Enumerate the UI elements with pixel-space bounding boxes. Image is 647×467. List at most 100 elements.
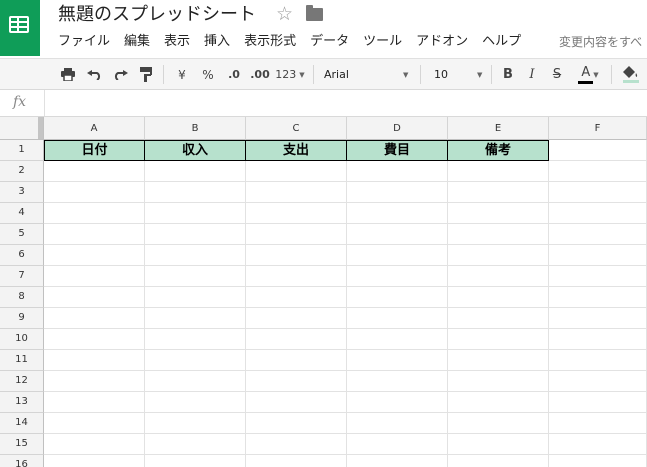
cell-b4[interactable] [145,203,246,224]
cell-f12[interactable] [549,371,647,392]
row-header-2[interactable]: 2 [0,161,44,182]
column-header-f[interactable]: F [549,117,647,140]
row-header-14[interactable]: 14 [0,413,44,434]
cell-d3[interactable] [347,182,448,203]
header-cell-c1[interactable]: 支出 [245,140,347,161]
column-header-c[interactable]: C [246,117,347,140]
menu-insert[interactable]: 挿入 [204,33,230,53]
row-header-6[interactable]: 6 [0,245,44,266]
cell-d2[interactable] [347,161,448,182]
header-cell-d1[interactable]: 費目 [346,140,448,161]
cell-a16[interactable] [44,455,145,467]
cell-c14[interactable] [246,413,347,434]
cell-e7[interactable] [448,266,549,287]
cell-c2[interactable] [246,161,347,182]
menu-addons[interactable]: アドオン [416,33,468,53]
cell-b14[interactable] [145,413,246,434]
undo-button[interactable] [84,59,104,90]
formula-input[interactable] [50,90,647,116]
cell-e14[interactable] [448,413,549,434]
cell-d6[interactable] [347,245,448,266]
cell-c12[interactable] [246,371,347,392]
cell-c4[interactable] [246,203,347,224]
cell-b6[interactable] [145,245,246,266]
cell-b12[interactable] [145,371,246,392]
cell-f13[interactable] [549,392,647,413]
menu-help[interactable]: ヘルプ [482,33,521,53]
menu-edit[interactable]: 編集 [124,33,150,53]
text-color-button[interactable]: A ▼ [574,59,606,90]
cell-f7[interactable] [549,266,647,287]
cell-c13[interactable] [246,392,347,413]
currency-button[interactable]: ¥ [172,59,192,90]
sheets-logo-icon[interactable] [0,0,40,56]
cell-c10[interactable] [246,329,347,350]
cell-a11[interactable] [44,350,145,371]
cell-f16[interactable] [549,455,647,467]
cell-e11[interactable] [448,350,549,371]
row-header-13[interactable]: 13 [0,392,44,413]
column-header-e[interactable]: E [448,117,549,140]
cell-d16[interactable] [347,455,448,467]
cell-a6[interactable] [44,245,145,266]
cell-d4[interactable] [347,203,448,224]
star-icon[interactable]: ☆ [276,3,293,25]
header-cell-a1[interactable]: 日付 [44,140,145,161]
cell-e4[interactable] [448,203,549,224]
cell-d15[interactable] [347,434,448,455]
cell-f9[interactable] [549,308,647,329]
cell-b5[interactable] [145,224,246,245]
row-header-1[interactable]: 1 [0,140,44,161]
column-header-b[interactable]: B [145,117,246,140]
cell-a15[interactable] [44,434,145,455]
menu-tools[interactable]: ツール [363,33,402,53]
row-header-4[interactable]: 4 [0,203,44,224]
cell-a2[interactable] [44,161,145,182]
cell-b13[interactable] [145,392,246,413]
header-cell-e1[interactable]: 備考 [447,140,549,161]
cell-a10[interactable] [44,329,145,350]
cell-b11[interactable] [145,350,246,371]
cell-d10[interactable] [347,329,448,350]
cell-e10[interactable] [448,329,549,350]
row-header-3[interactable]: 3 [0,182,44,203]
cell-c5[interactable] [246,224,347,245]
cell-f10[interactable] [549,329,647,350]
cell-e8[interactable] [448,287,549,308]
cell-f4[interactable] [549,203,647,224]
cell-c3[interactable] [246,182,347,203]
select-all-corner[interactable] [0,117,44,140]
cell-d14[interactable] [347,413,448,434]
cell-d5[interactable] [347,224,448,245]
row-header-7[interactable]: 7 [0,266,44,287]
row-header-8[interactable]: 8 [0,287,44,308]
cell-c16[interactable] [246,455,347,467]
cell-d8[interactable] [347,287,448,308]
cell-b10[interactable] [145,329,246,350]
cell-f5[interactable] [549,224,647,245]
cell-a12[interactable] [44,371,145,392]
cell-e15[interactable] [448,434,549,455]
cell-a9[interactable] [44,308,145,329]
cell-a8[interactable] [44,287,145,308]
column-header-d[interactable]: D [347,117,448,140]
cell-f8[interactable] [549,287,647,308]
cell-e2[interactable] [448,161,549,182]
bold-button[interactable]: B [499,59,517,90]
menu-file[interactable]: ファイル [58,33,110,53]
row-header-16[interactable]: 16 [0,455,44,467]
strikethrough-button[interactable]: S [548,59,566,90]
cell-f6[interactable] [549,245,647,266]
cell-f11[interactable] [549,350,647,371]
row-header-5[interactable]: 5 [0,224,44,245]
document-title[interactable]: 無題のスプレッドシート [58,4,256,26]
cell-b7[interactable] [145,266,246,287]
save-status[interactable]: 変更内容をすべ [559,33,642,51]
font-size-dropdown[interactable]: 10 ▼ [434,59,484,90]
cell-e9[interactable] [448,308,549,329]
cell-e3[interactable] [448,182,549,203]
cell-c6[interactable] [246,245,347,266]
cell-d13[interactable] [347,392,448,413]
cell-e16[interactable] [448,455,549,467]
redo-button[interactable] [110,59,130,90]
